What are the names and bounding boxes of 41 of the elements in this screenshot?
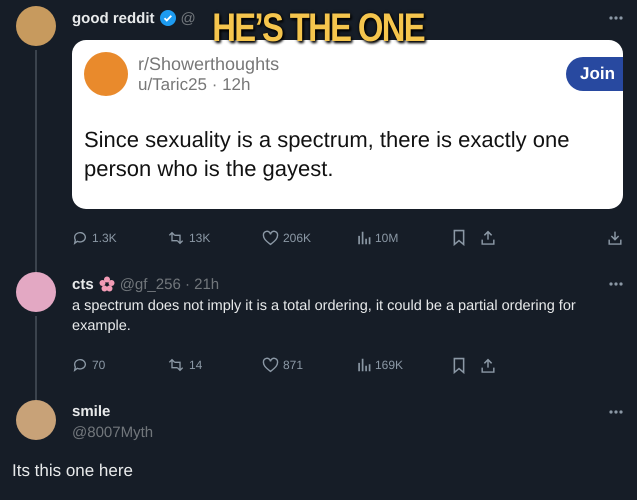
handle-text[interactable]: @: [180, 10, 196, 26]
display-name[interactable]: smile: [72, 403, 110, 420]
post-text: Its this one here: [11, 460, 134, 481]
more-icon[interactable]: [609, 410, 623, 414]
avatar[interactable]: [16, 6, 56, 46]
heart-icon[interactable]: [262, 230, 279, 246]
bar-chart-icon[interactable]: [357, 230, 371, 246]
share-icon[interactable]: [480, 356, 496, 374]
display-name[interactable]: good reddit: [72, 10, 154, 26]
post-title: Since sexuality is a spectrum, there is exactly one person who is the gayest.: [84, 126, 570, 183]
handle-text[interactable]: @gf_256 · 21h: [120, 276, 220, 293]
action-count: 206K: [283, 230, 312, 245]
embedded-post-card[interactable]: r/Showerthoughts u/Taric25 · 12h Join Since sexuality is a spectrum, there is exactly one person who is the gayest.: [72, 40, 623, 210]
bookmark-icon[interactable]: [452, 229, 466, 246]
avatar[interactable]: [16, 400, 56, 440]
action-count: 871: [283, 358, 304, 372]
action-count: 13K: [189, 230, 210, 245]
reply-icon[interactable]: [72, 357, 88, 374]
download-icon[interactable]: [607, 229, 623, 246]
action-count: 14: [189, 358, 202, 372]
heart-icon[interactable]: [262, 357, 279, 374]
avatar[interactable]: [16, 272, 56, 312]
action-count: 1.3K: [92, 230, 117, 245]
repost-icon[interactable]: [167, 230, 185, 246]
post-meta: u/Taric25 · 12h: [138, 74, 252, 94]
more-icon[interactable]: [609, 16, 623, 20]
action-count: 70: [92, 358, 106, 372]
bar-chart-icon[interactable]: [357, 357, 371, 374]
share-icon[interactable]: [480, 229, 496, 246]
repost-icon[interactable]: [167, 357, 185, 374]
reply-icon[interactable]: [72, 230, 88, 246]
more-icon[interactable]: [609, 282, 623, 286]
community-avatar: [84, 52, 128, 96]
subreddit-name[interactable]: r/Showerthoughts: [138, 54, 280, 74]
reply-text: a spectrum does not imply it is a total ordering, it could be a partial ordering for example.: [72, 297, 577, 336]
action-count: 10M: [375, 230, 398, 245]
handle-text[interactable]: @8007Myth: [72, 424, 623, 441]
bookmark-icon[interactable]: [452, 356, 466, 374]
display-name[interactable]: cts: [72, 276, 94, 293]
join-button[interactable]: Join: [566, 57, 623, 91]
action-count: 169K: [375, 358, 404, 372]
